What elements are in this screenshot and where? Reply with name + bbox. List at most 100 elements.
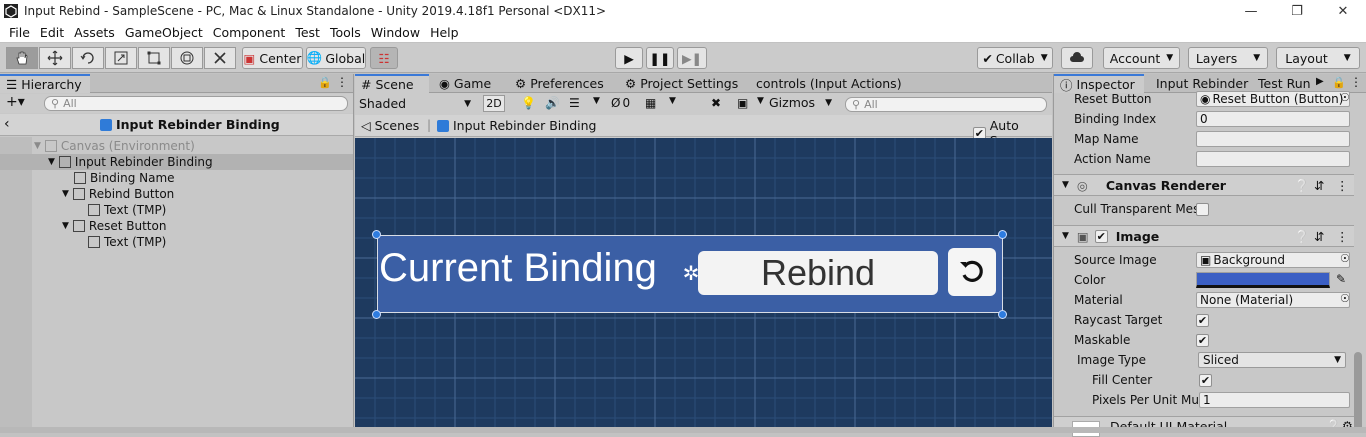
help-icon[interactable]: ❔: [1294, 229, 1310, 245]
lock-icon[interactable]: 🔒: [318, 76, 332, 89]
menu-file[interactable]: File: [4, 25, 35, 40]
menu-component[interactable]: Component: [208, 25, 291, 40]
rect-handle-bottom-right[interactable]: [998, 310, 1007, 319]
tab-hierarchy[interactable]: ☰ Hierarchy: [0, 74, 90, 93]
more-icon[interactable]: ⋮: [1350, 75, 1362, 89]
tree-item-reset-button[interactable]: ▼ Reset Button: [62, 218, 166, 234]
menu-tools[interactable]: Tools: [325, 25, 366, 40]
menu-assets[interactable]: Assets: [69, 25, 120, 40]
pivot-global-button[interactable]: 🌐 Global: [306, 47, 366, 69]
image-header[interactable]: ▼ ▣ ✔ Image ❔ ⇵ ⋮: [1054, 225, 1354, 247]
maskable-checkbox[interactable]: ✔: [1196, 334, 1209, 347]
tab-project-settings[interactable]: ⚙ Project Settings: [619, 74, 744, 93]
transform-tool-icon[interactable]: [171, 47, 203, 69]
foldout-icon[interactable]: ▼: [1062, 231, 1069, 241]
account-dropdown[interactable]: Account ▼: [1103, 47, 1180, 69]
gizmos-dropdown[interactable]: Gizmos ▼: [769, 95, 832, 110]
tree-item-canvas[interactable]: ▼ Canvas (Environment): [34, 138, 195, 154]
source-image-field[interactable]: ▣ Background: [1196, 252, 1350, 268]
tab-scene[interactable]: # Scene: [355, 74, 429, 93]
lock-icon[interactable]: 🔒: [1332, 76, 1346, 89]
object-picker-icon[interactable]: ☉: [1340, 91, 1350, 104]
menu-window[interactable]: Window: [366, 25, 425, 40]
tools-icon[interactable]: ✖: [711, 96, 721, 110]
lighting-icon[interactable]: 💡: [521, 96, 536, 110]
back-arrow-icon[interactable]: ‹: [4, 116, 10, 132]
reset-button-field[interactable]: ◉ Reset Button (Button): [1196, 91, 1350, 107]
cloud-icon[interactable]: [1061, 47, 1093, 69]
breadcrumb-scenes[interactable]: ◁ Scenes: [361, 118, 419, 133]
mode-2d-toggle[interactable]: 2D: [483, 95, 505, 112]
breadcrumb-object[interactable]: Input Rebinder Binding: [437, 118, 596, 133]
grid-icon[interactable]: ▦: [645, 96, 656, 110]
rect-tool-icon[interactable]: [138, 47, 170, 69]
tree-item-rebind-text[interactable]: Text (TMP): [88, 202, 166, 218]
restore-icon[interactable]: ❐: [1274, 0, 1320, 22]
cull-transparent-checkbox[interactable]: [1196, 203, 1209, 216]
close-icon[interactable]: ✕: [1320, 0, 1366, 22]
tab-controls[interactable]: controls (Input Actions): [750, 74, 908, 93]
collab-dropdown[interactable]: ✔ Collab ▼: [977, 47, 1053, 69]
scene-search-input[interactable]: ⚲ All: [845, 97, 1047, 112]
material-field[interactable]: None (Material): [1196, 292, 1350, 308]
grid-snap-icon[interactable]: ☷: [370, 47, 398, 69]
rotate-tool-icon[interactable]: [72, 47, 104, 69]
step-button[interactable]: ▶❚: [677, 47, 707, 69]
menu-gameobject[interactable]: GameObject: [120, 25, 208, 40]
move-tool-icon[interactable]: [39, 47, 71, 69]
menu-help[interactable]: Help: [425, 25, 464, 40]
ppu-field[interactable]: 1: [1199, 392, 1350, 408]
tree-item-reset-text[interactable]: Text (TMP): [88, 234, 166, 250]
object-picker-icon[interactable]: ☉: [1340, 252, 1350, 265]
more-icon[interactable]: ⋮: [1336, 229, 1349, 244]
color-field[interactable]: [1196, 272, 1330, 288]
eyedropper-icon[interactable]: ✎: [1336, 272, 1346, 286]
add-icon[interactable]: +▾: [6, 94, 25, 110]
tab-preferences[interactable]: ⚙ Preferences: [509, 74, 610, 93]
image-enabled-checkbox[interactable]: ✔: [1094, 229, 1108, 243]
menu-test[interactable]: Test: [290, 25, 325, 40]
shading-dropdown[interactable]: Shaded ▼: [359, 95, 473, 112]
inspector-scrollbar[interactable]: [1354, 352, 1362, 432]
pause-button[interactable]: ❚❚: [646, 47, 674, 69]
scale-tool-icon[interactable]: [105, 47, 137, 69]
chevron-right-icon[interactable]: ▶: [1316, 76, 1324, 87]
action-name-field[interactable]: [1196, 151, 1350, 167]
tree-item-rebind-button[interactable]: ▼ Rebind Button: [62, 186, 174, 202]
minimize-icon[interactable]: —: [1228, 0, 1274, 22]
hidden-objects-toggle[interactable]: Ø0: [611, 96, 630, 110]
camera-icon[interactable]: ▣: [737, 96, 748, 110]
custom-tool-icon[interactable]: [204, 47, 236, 69]
canvas-renderer-header[interactable]: ▼ ◎ Canvas Renderer ❔ ⇵ ⋮: [1054, 174, 1354, 196]
rebind-button[interactable]: Rebind: [698, 251, 938, 295]
preset-icon[interactable]: ⇵: [1314, 229, 1324, 244]
foldout-icon[interactable]: ▼: [1062, 180, 1069, 190]
pivot-center-button[interactable]: ▣ Center: [242, 47, 303, 69]
audio-icon[interactable]: 🔊: [545, 96, 560, 110]
raycast-target-checkbox[interactable]: ✔: [1196, 314, 1209, 327]
fill-center-checkbox[interactable]: ✔: [1199, 374, 1212, 387]
menu-edit[interactable]: Edit: [35, 25, 69, 40]
tree-item-binding-name[interactable]: Binding Name: [74, 170, 175, 186]
preset-icon[interactable]: ⇵: [1314, 178, 1324, 193]
hierarchy-search-input[interactable]: ⚲ All: [44, 96, 348, 111]
more-icon[interactable]: ⋮: [336, 75, 348, 89]
tab-game[interactable]: ◉ Game: [433, 74, 497, 93]
rect-handle-bottom-left[interactable]: [372, 310, 381, 319]
binding-index-field[interactable]: 0: [1196, 111, 1350, 127]
object-picker-icon[interactable]: ☉: [1340, 292, 1350, 305]
reset-button[interactable]: [948, 248, 996, 296]
rect-handle-top-right[interactable]: [998, 230, 1007, 239]
help-icon[interactable]: ❔: [1294, 178, 1310, 194]
tree-item-input-rebinder[interactable]: ▼ Input Rebinder Binding: [0, 154, 353, 170]
image-type-dropdown[interactable]: Sliced ▼: [1198, 352, 1346, 368]
play-button[interactable]: ▶: [615, 47, 643, 69]
more-icon[interactable]: ⋮: [1336, 178, 1349, 193]
scene-viewport[interactable]: Current Binding Rebind ✲: [355, 138, 1052, 433]
hand-tool-icon[interactable]: [6, 47, 38, 69]
rect-handle-top-left[interactable]: [372, 230, 381, 239]
layers-dropdown[interactable]: Layers ▼: [1188, 47, 1268, 69]
layout-dropdown[interactable]: Layout ▼: [1276, 47, 1360, 69]
map-name-field[interactable]: [1196, 131, 1350, 147]
effects-icon[interactable]: ☰: [569, 96, 580, 110]
